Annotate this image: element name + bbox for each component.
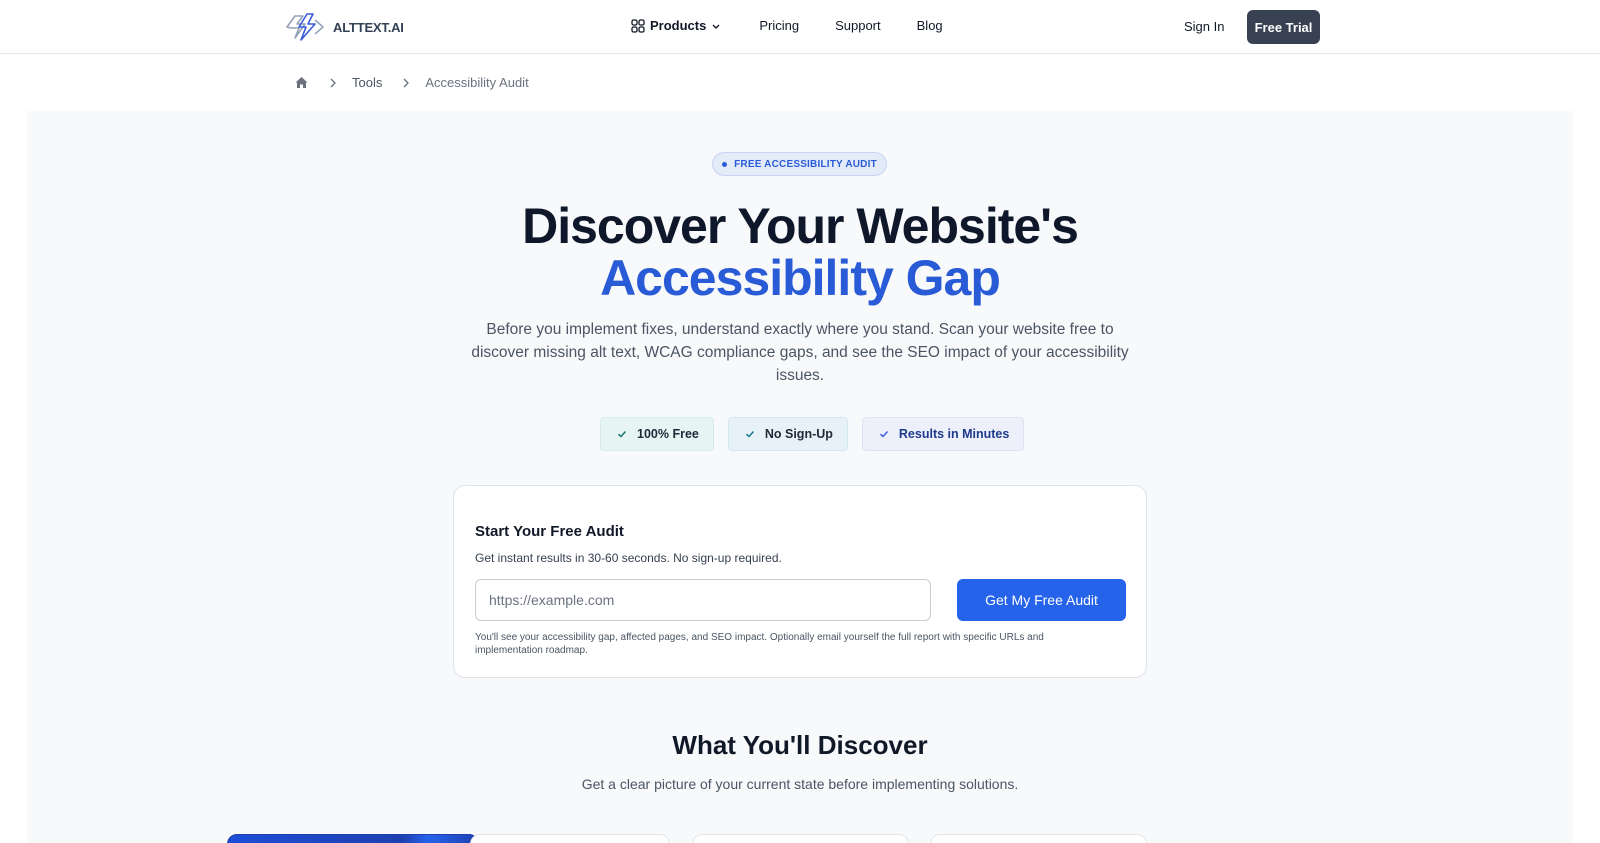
discover-card-3[interactable] (692, 834, 909, 843)
sign-in-link[interactable]: Sign In (1184, 19, 1224, 34)
nav-support[interactable]: Support (835, 18, 881, 33)
chevron-right-icon (403, 78, 410, 87)
audit-card-subtitle: Get instant results in 30-60 seconds. No… (475, 551, 782, 565)
discover-subtitle: Get a clear picture of your current stat… (581, 776, 1019, 792)
main-nav: Products Pricing Support Blog (631, 18, 979, 33)
page-title-line1: Discover Your Website's (522, 198, 1079, 254)
breadcrumb: Tools Accessibility Audit (294, 75, 529, 90)
website-url-input[interactable] (475, 579, 931, 621)
breadcrumb-current: Accessibility Audit (425, 75, 529, 90)
logo[interactable]: ALTTEXT.AI (281, 10, 404, 44)
get-free-audit-button[interactable]: Get My Free Audit (957, 579, 1126, 621)
hero-badge: FREE ACCESSIBILITY AUDIT (712, 152, 887, 176)
nav-support-label: Support (835, 18, 881, 33)
audit-card-title: Start Your Free Audit (475, 523, 624, 540)
logo-text: ALTTEXT.AI (333, 19, 404, 35)
discover-card-1[interactable] (227, 834, 479, 843)
free-trial-button[interactable]: Free Trial (1247, 10, 1320, 44)
breadcrumb-tools[interactable]: Tools (352, 75, 382, 90)
nav-products-label: Products (650, 18, 707, 33)
badge-dot-icon (722, 161, 728, 167)
nav-products[interactable]: Products (631, 18, 721, 33)
check-icon (879, 431, 888, 438)
discover-title: What You'll Discover (672, 730, 928, 760)
audit-card-note: You'll see your accessibility gap, affec… (475, 632, 1044, 656)
pill-no-signup-label: No Sign-Up (764, 427, 833, 441)
hero-lead: Before you implement fixes, understand e… (471, 321, 1129, 384)
hero-badge-label: FREE ACCESSIBILITY AUDIT (734, 158, 877, 170)
chevron-right-icon (330, 78, 336, 87)
page-title: Discover Your Website's Accessibility Ga… (300, 200, 1300, 304)
home-icon[interactable] (294, 75, 309, 90)
audit-card: Start Your Free Audit Get instant result… (453, 485, 1147, 678)
chevron-down-icon (712, 24, 720, 29)
site-header: ALTTEXT.AI Products Pricing Support Blog… (0, 0, 1600, 54)
pill-results: Results in Minutes (861, 417, 1025, 451)
nav-pricing[interactable]: Pricing (759, 18, 799, 33)
pill-no-signup: No Sign-Up (727, 417, 848, 451)
lightning-logo-icon (286, 13, 324, 41)
grid-icon (631, 18, 645, 33)
pill-results-label: Results in Minutes (898, 427, 1010, 441)
feature-pills: 100% Free No Sign-Up Results in Minutes (600, 417, 1025, 451)
discover-card-2[interactable] (470, 834, 670, 843)
check-icon (618, 431, 627, 438)
pill-free: 100% Free (600, 417, 714, 451)
nav-blog-label: Blog (916, 18, 943, 33)
nav-blog[interactable]: Blog (917, 18, 943, 33)
nav-pricing-label: Pricing (759, 18, 800, 33)
check-icon (745, 431, 754, 438)
discover-card-4[interactable] (930, 834, 1147, 843)
page-title-accent: Accessibility Gap (600, 250, 1001, 306)
pill-free-label: 100% Free (637, 427, 699, 441)
